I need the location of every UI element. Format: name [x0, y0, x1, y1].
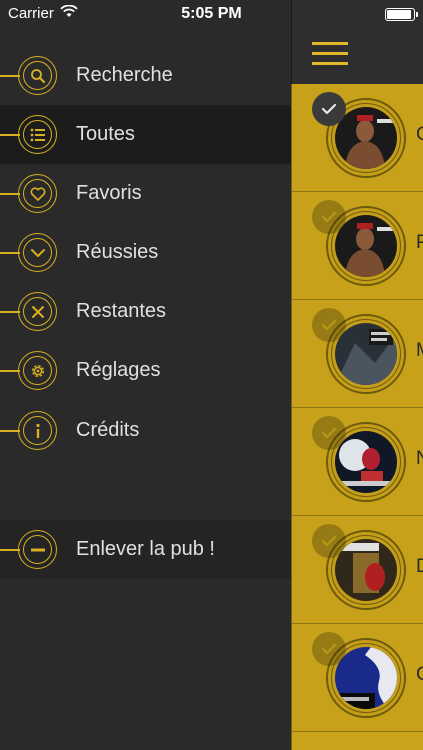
status-time: 5:05 PM: [181, 5, 242, 22]
checkmark-icon: [312, 416, 346, 450]
list-item[interactable]: C: [292, 84, 423, 192]
row-title: N: [416, 448, 423, 470]
list-item[interactable]: M: [292, 300, 423, 408]
row-title: C: [416, 664, 423, 686]
menu-label: Favoris: [76, 182, 142, 204]
main-panel: C P M N: [291, 0, 423, 750]
remove-ads-label: Enlever la pub !: [76, 538, 215, 560]
menu-item-restantes[interactable]: Restantes: [0, 282, 292, 341]
menu-label: Réussies: [76, 241, 159, 263]
list-item[interactable]: D: [292, 516, 423, 624]
album-list: C P M N: [291, 84, 423, 750]
menu-label: Toutes: [76, 123, 135, 145]
checkmark-icon: [312, 200, 346, 234]
menu-item-credits[interactable]: Crédits: [0, 401, 292, 460]
checkmark-icon: [312, 92, 346, 126]
list-item[interactable]: N: [292, 408, 423, 516]
heart-icon: [23, 179, 52, 208]
menu-label: Réglages: [76, 359, 161, 381]
close-icon: [23, 297, 52, 326]
info-icon: [23, 416, 52, 445]
list-item[interactable]: P: [292, 192, 423, 300]
side-menu: Recherche Toutes Favoris Réussies Restan…: [0, 0, 292, 750]
row-title: M: [416, 340, 423, 362]
list-icon: [23, 120, 52, 149]
row-title: D: [416, 556, 423, 578]
hamburger-menu-button[interactable]: [312, 42, 348, 66]
checkmark-icon: [312, 308, 346, 342]
menu-label: Recherche: [76, 64, 173, 86]
menu-item-toutes[interactable]: Toutes: [0, 105, 292, 164]
status-bar: Carrier 5:05 PM: [0, 0, 423, 28]
battery-icon: [385, 8, 418, 21]
chevron-down-icon: [23, 238, 52, 267]
menu-item-reglages[interactable]: Réglages: [0, 341, 292, 400]
remove-ads-button[interactable]: Enlever la pub !: [0, 520, 292, 579]
search-icon: [23, 61, 52, 90]
checkmark-icon: [312, 524, 346, 558]
gear-icon: [23, 356, 52, 385]
menu-label: Crédits: [76, 419, 140, 441]
checkmark-icon: [312, 632, 346, 666]
minus-icon: [23, 535, 52, 564]
menu-label: Restantes: [76, 300, 167, 322]
row-title: P: [416, 232, 423, 254]
row-title: C: [416, 124, 423, 146]
menu-item-favoris[interactable]: Favoris: [0, 164, 292, 223]
menu-item-recherche[interactable]: Recherche: [0, 46, 292, 105]
menu-item-reussies[interactable]: Réussies: [0, 223, 292, 282]
list-item[interactable]: C: [292, 624, 423, 732]
